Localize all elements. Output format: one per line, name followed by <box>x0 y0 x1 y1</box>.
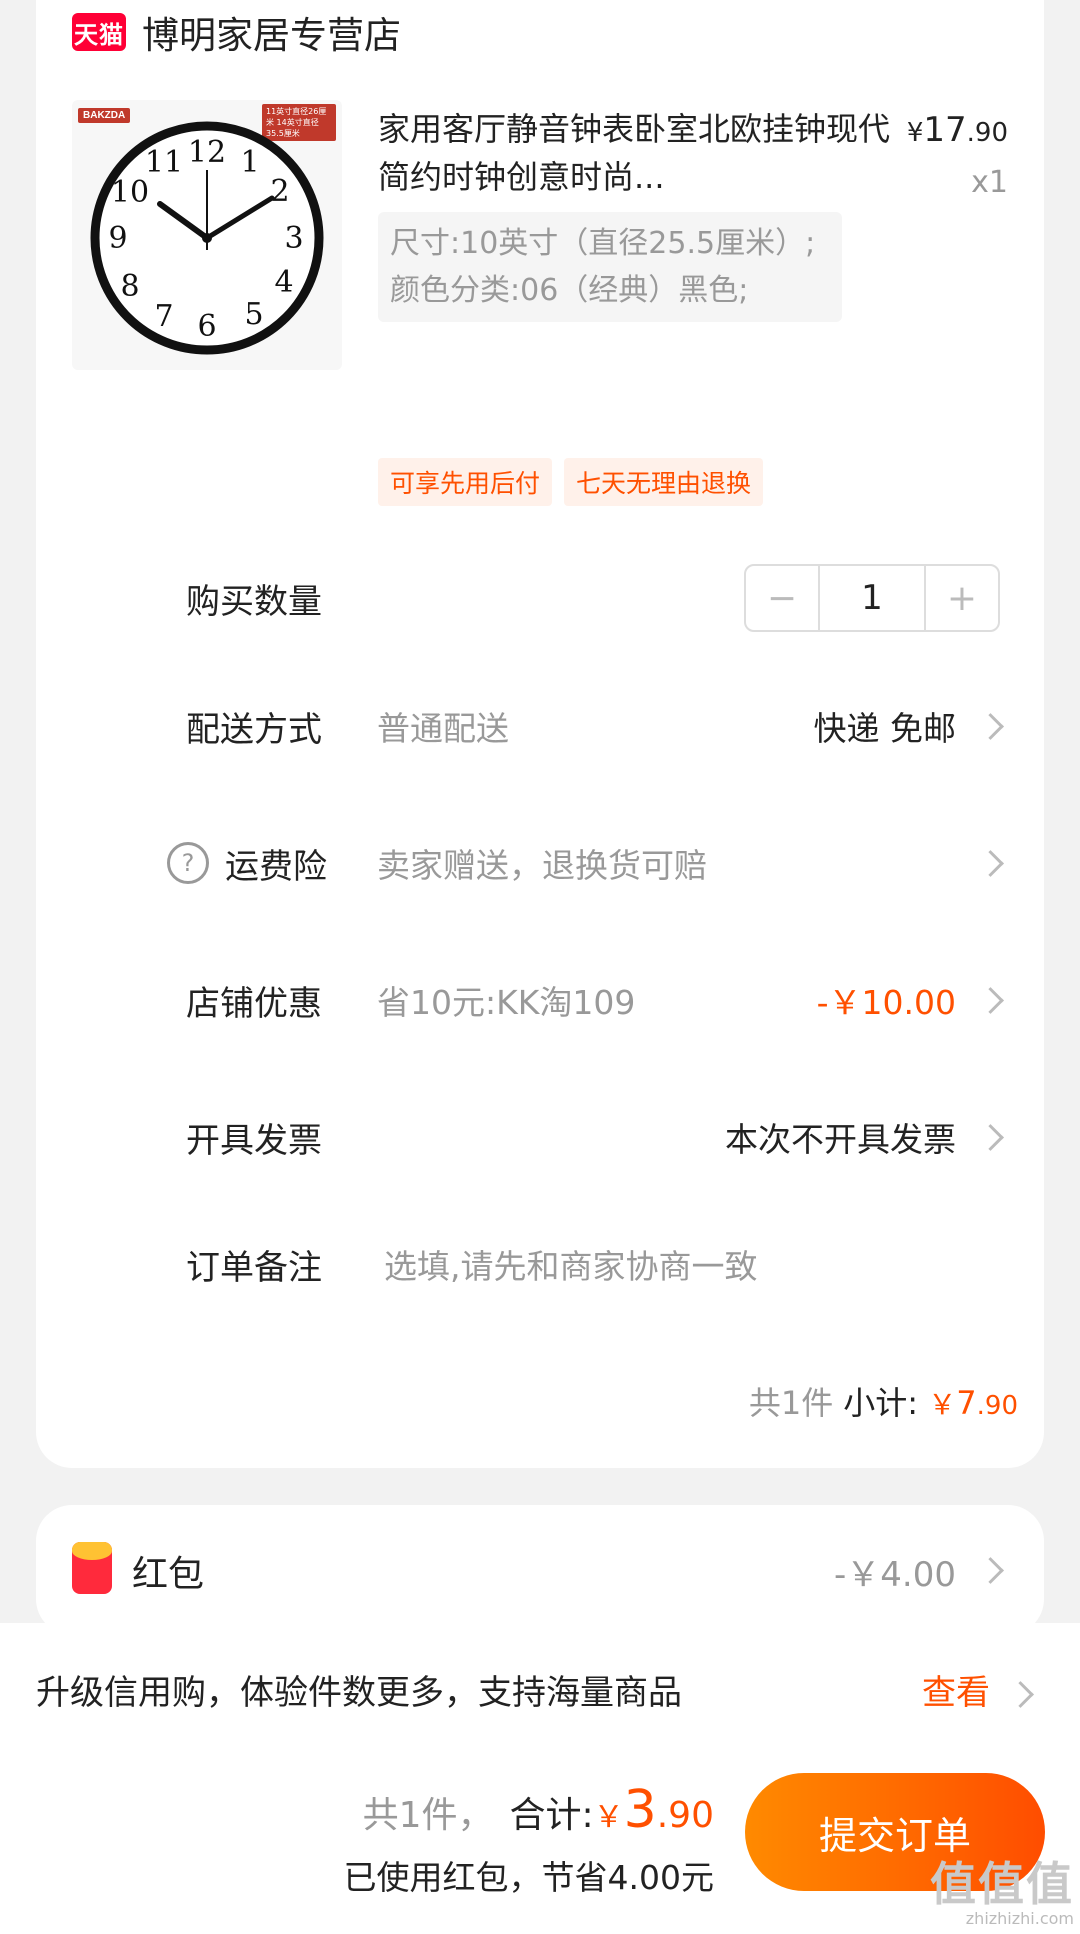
price-symbol: ¥ <box>906 118 924 148</box>
order-remark-row: 订单备注 选填,请先和商家协商一致 <box>36 1224 1044 1304</box>
insurance-label: 运费险 <box>225 846 327 887</box>
chevron-right-icon <box>977 1557 1004 1584</box>
svg-text:9: 9 <box>108 221 127 256</box>
red-packet-label: 红包 <box>132 1554 205 1595</box>
order-total: 共1件， 合计:￥3.90 <box>363 1780 714 1840</box>
discount-sub: 省10元:KK淘109 <box>377 983 636 1022</box>
increase-button[interactable]: + <box>926 566 998 630</box>
subtotal-label: 小计: <box>843 1384 919 1422</box>
chevron-right-icon <box>977 849 1004 877</box>
subtotal-decimal: .90 <box>976 1391 1018 1421</box>
product-sku[interactable]: 尺寸:10英寸（直径25.5厘米）;颜色分类:06（经典）黑色; <box>378 212 842 322</box>
shop-name[interactable]: 博明家居专营店 <box>142 5 401 59</box>
shop-header[interactable]: 天猫 博明家居专营店 <box>72 0 401 64</box>
product-title[interactable]: 家用客厅静音钟表卧室北欧挂钟现代简约时钟创意时尚... <box>378 105 898 201</box>
credit-view-link[interactable]: 查看 <box>922 1665 990 1714</box>
svg-text:12: 12 <box>188 135 226 170</box>
insurance-sub: 卖家赠送，退换货可赔 <box>377 846 707 885</box>
svg-text:11: 11 <box>145 145 183 180</box>
svg-text:1: 1 <box>240 145 259 180</box>
chevron-right-icon[interactable] <box>1007 1681 1034 1708</box>
chevron-right-icon <box>977 712 1004 740</box>
credit-promo-text: 升级信用购，体验件数更多，支持海量商品 <box>36 1673 682 1713</box>
chevron-right-icon <box>977 1123 1004 1151</box>
total-price: ￥3.90 <box>593 1780 714 1840</box>
service-tags: 可享先用后付 七天无理由退换 <box>378 458 764 506</box>
total-decimal: .90 <box>656 1795 714 1836</box>
watermark-brand: 值值值 <box>930 1857 1074 1911</box>
subtotal-count: 共1件 <box>748 1384 834 1422</box>
tmall-badge: 天猫 <box>72 13 126 51</box>
total-count: 共1件， <box>362 1795 494 1836</box>
product-price: ¥17.90 <box>907 110 1008 150</box>
red-packet-value: -￥4.00 <box>834 1555 956 1595</box>
product-quantity: x1 <box>971 165 1008 200</box>
svg-text:6: 6 <box>197 309 216 344</box>
price-integer: 17 <box>923 110 967 150</box>
delivery-row[interactable]: 配送方式 普通配送 快递 免邮 <box>36 686 1044 766</box>
total-integer: 3 <box>623 1780 657 1840</box>
remark-label: 订单备注 <box>186 1247 322 1288</box>
shop-discount-row[interactable]: 店铺优惠 省10元:KK淘109 -￥10.00 <box>36 960 1044 1040</box>
invoice-value: 本次不开具发票 <box>725 1120 956 1159</box>
saved-note: 已使用红包，节省4.00元 <box>343 1858 714 1897</box>
clock-image: 12 1 2 3 4 5 6 7 8 9 10 11 <box>90 121 324 355</box>
svg-text:7: 7 <box>154 299 173 334</box>
invoice-row[interactable]: 开具发票 本次不开具发票 <box>36 1097 1044 1177</box>
total-symbol: ￥ <box>593 1800 624 1835</box>
shipping-insurance-row[interactable]: ? 运费险 卖家赠送，退换货可赔 <box>36 823 1044 903</box>
price-decimal: .90 <box>966 118 1008 148</box>
svg-text:5: 5 <box>244 297 263 332</box>
chevron-right-icon <box>977 986 1004 1014</box>
red-packet-icon <box>72 1542 112 1594</box>
subtotal-integer: 7 <box>956 1384 977 1422</box>
svg-text:2: 2 <box>270 174 289 209</box>
product-image[interactable]: BAKZDA 11英寸直径26厘米 14英寸直径35.5厘米 12 1 2 3 … <box>72 100 342 370</box>
delivery-sub: 普通配送 <box>377 709 509 748</box>
svg-text:10: 10 <box>111 175 149 210</box>
quantity-stepper: − 1 + <box>744 564 1000 632</box>
tag-pay-later: 可享先用后付 <box>378 458 553 506</box>
remark-input[interactable]: 选填,请先和商家协商一致 <box>384 1240 758 1288</box>
invoice-label: 开具发票 <box>186 1120 322 1161</box>
help-icon[interactable]: ? <box>167 842 209 884</box>
subtotal-symbol: ￥ <box>928 1388 957 1421</box>
watermark: 值值值 zhizhizhi.com <box>930 1859 1074 1928</box>
svg-text:3: 3 <box>284 221 303 256</box>
delivery-label: 配送方式 <box>186 709 322 750</box>
discount-value: -￥10.00 <box>816 983 956 1022</box>
bottom-bar: 升级信用购，体验件数更多，支持海量商品 查看 共1件， 合计:￥3.90 已使用红… <box>0 1623 1080 1934</box>
order-card: 天猫 博明家居专营店 BAKZDA 11英寸直径26厘米 14英寸直径35.5厘… <box>36 0 1044 1468</box>
quantity-label: 购买数量 <box>186 581 322 622</box>
subtotal: 共1件 小计: ￥7.90 <box>749 1378 1018 1424</box>
tag-seven-day-return: 七天无理由退换 <box>564 458 764 506</box>
discount-label: 店铺优惠 <box>186 983 322 1024</box>
svg-text:8: 8 <box>120 269 139 304</box>
decrease-button[interactable]: − <box>746 566 818 630</box>
quantity-value[interactable]: 1 <box>818 566 926 630</box>
watermark-url: zhizhizhi.com <box>965 1909 1074 1928</box>
quantity-row: 购买数量 − 1 + <box>36 558 1044 638</box>
svg-text:4: 4 <box>274 265 293 300</box>
delivery-value: 快递 免邮 <box>813 709 957 748</box>
red-packet-row[interactable]: 红包 -￥4.00 <box>36 1505 1044 1635</box>
subtotal-price: ￥7.90 <box>928 1384 1018 1422</box>
total-label: 合计: <box>509 1795 594 1836</box>
